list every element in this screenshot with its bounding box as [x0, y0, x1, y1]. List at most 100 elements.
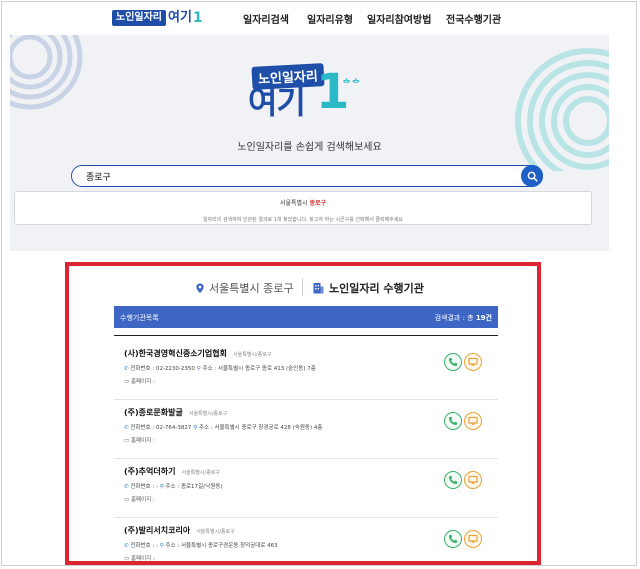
list-item[interactable]: (주)발리서치코리아 서울특별시/종로구 ✆ 전화번호 : - ⚲ 주소 : 서울…: [114, 518, 498, 562]
location-pin-icon: [196, 283, 204, 293]
homepage-button[interactable]: [464, 412, 482, 430]
org-address: 주소 : 서울특별시 종로구 창경궁로 428 (숙원동) 4층: [198, 425, 323, 431]
site-logo[interactable]: 노인일자리 여기 1: [112, 9, 203, 27]
org-region: 서울특별시/종로구: [181, 470, 220, 476]
result-count-label: 검색결과 : 총: [434, 314, 476, 322]
phone-icon: ✆: [124, 484, 129, 490]
list-item[interactable]: (사)한국경영혁신중소기업협회 서울특별시/종로구 ✆ 전화번호 : 02-223…: [114, 341, 498, 400]
org-phone: 전화번호 : -: [130, 543, 158, 549]
org-region: 서울특별시/종로구: [188, 411, 228, 417]
home-icon: ▭: [124, 497, 130, 503]
org-name-text[interactable]: (주)추억더하기: [124, 467, 175, 476]
homepage-button-icon: [468, 357, 478, 366]
result-count: 검색결과 : 총 19건: [435, 313, 492, 323]
org-name[interactable]: (주)추억더하기 서울특별시/종로구: [124, 466, 220, 477]
result-note: 일자리의 검색하여 인관된 결과로 1개 찾았습니다. 찾고자 하는 시군구를 …: [202, 217, 404, 223]
org-address: 주소 : 종로17길(낙원동): [165, 484, 223, 490]
org-address: 주소 : 서울특별시 종로구 종로 413 (숭인동) 7층: [202, 366, 316, 372]
pin-icon: ⚲: [159, 484, 164, 490]
search-button[interactable]: [521, 165, 543, 187]
org-contact: ✆ 전화번호 : 02-764-3827 ⚲ 주소 : 서울특별시 종로구 창경…: [124, 423, 322, 431]
logo-word: 여기: [168, 10, 192, 25]
homepage-button[interactable]: [464, 471, 482, 489]
pin-icon: ⚲: [196, 366, 201, 372]
menu-agencies[interactable]: 전국수행기관: [446, 11, 501, 26]
search-input[interactable]: 종로구: [71, 165, 543, 187]
org-homepage: ▭ 홈페이지 :: [124, 377, 155, 385]
call-button[interactable]: [444, 412, 462, 430]
org-name[interactable]: (주)종로문화발굴 서울특별시/종로구: [124, 407, 227, 418]
call-button-icon: [449, 476, 457, 484]
menu-participation[interactable]: 일자리참여방법: [367, 11, 431, 26]
section-header: 서울특별시 종로구 노인일자리 수행기관: [69, 276, 537, 300]
org-address: 주소 : 서울특별시 종로구경운동 창덕궁대로 463: [165, 543, 278, 549]
org-name-text[interactable]: (사)한국경영혁신중소기업협회: [124, 349, 227, 358]
org-region: 서울특별시/종로구: [196, 529, 235, 535]
pin-icon: ⚲: [159, 543, 164, 549]
org-phone: 전화번호 : -: [130, 484, 158, 490]
org-phone: 전화번호 : 02-764-3827: [130, 425, 192, 431]
result-district[interactable]: 종로구: [309, 200, 326, 207]
home-icon: ▭: [124, 379, 130, 385]
org-name-text[interactable]: (주)발리서치코리아: [124, 526, 190, 535]
home-icon: ▭: [124, 556, 130, 562]
phone-icon: ✆: [124, 425, 129, 431]
list-header-bar: 수행기관목록 검색결과 : 총 19건: [114, 306, 498, 328]
hero-section: 노인일자리 여기 1 ᅌᅌ 노인일자리를 손쉽게 검색해보세요 종로구 서울특별…: [10, 35, 609, 251]
homepage-button[interactable]: [464, 353, 482, 371]
list-divider: [114, 335, 498, 336]
home-icon: ▭: [124, 438, 130, 444]
search-result-box: 서울특별시 종로구 일자리의 검색하여 인관된 결과로 1개 찾았습니다. 찾고…: [14, 191, 592, 225]
org-name[interactable]: (사)한국경영혁신중소기업협회 서울특별시/종로구: [124, 348, 272, 359]
org-contact: ✆ 전화번호 : - ⚲ 주소 : 서울특별시 종로구경운동 창덕궁대로 463: [124, 541, 278, 549]
hero-logo-mark-small: ᅌᅌ: [342, 79, 361, 90]
phone-icon: ✆: [124, 543, 129, 549]
result-count-value: 19건: [475, 314, 492, 322]
hero-logo-word: 여기: [248, 83, 306, 121]
decorative-stripes-left: [10, 35, 83, 110]
section-location-text: 서울특별시 종로구: [209, 282, 294, 295]
call-button-icon: [449, 417, 457, 425]
menu-job-types[interactable]: 일자리유형: [307, 11, 353, 26]
org-homepage-label: 홈페이지 :: [130, 379, 155, 385]
hero-tagline: 노인일자리를 손쉽게 검색해보세요: [237, 142, 382, 153]
search-input-value[interactable]: 종로구: [86, 170, 111, 183]
agency-section-highlight: 서울특별시 종로구 노인일자리 수행기관 수행기관목록 검색결과 : 총 19건…: [65, 262, 541, 565]
menu-job-search[interactable]: 일자리검색: [243, 11, 289, 26]
top-navigation: 노인일자리 여기 1 일자리검색 일자리유형 일자리참여방법 전국수행기관: [0, 0, 640, 34]
org-homepage-label: 홈페이지 :: [130, 556, 155, 562]
logo-mark: 1: [192, 10, 203, 26]
section-title: 노인일자리 수행기관: [313, 280, 424, 296]
org-name[interactable]: (주)발리서치코리아 서울특별시/종로구: [124, 525, 235, 536]
call-button[interactable]: [444, 530, 462, 548]
org-contact: ✆ 전화번호 : 02-2230-2350 ⚲ 주소 : 서울특별시 종로구 종…: [124, 364, 316, 372]
logo-badge: 노인일자리: [112, 10, 166, 26]
homepage-button-icon: [468, 534, 478, 543]
list-label: 수행기관목록: [120, 314, 159, 322]
org-homepage-label: 홈페이지 :: [130, 497, 155, 503]
homepage-button-icon: [468, 416, 478, 425]
org-region: 서울특별시/종로구: [233, 352, 272, 358]
list-item[interactable]: (주)종로문화발굴 서울특별시/종로구 ✆ 전화번호 : 02-764-3827 …: [114, 400, 498, 459]
call-button[interactable]: [444, 471, 462, 489]
org-homepage: ▭ 홈페이지 :: [124, 436, 155, 444]
call-button[interactable]: [444, 353, 462, 371]
building-icon: [313, 283, 324, 294]
homepage-button-icon: [468, 475, 478, 484]
org-homepage: ▭ 홈페이지 :: [124, 554, 155, 562]
section-location: 서울특별시 종로구: [195, 280, 293, 296]
header-divider: [302, 278, 303, 296]
list-item[interactable]: (주)추억더하기 서울특별시/종로구 ✆ 전화번호 : - ⚲ 주소 : 종로17…: [114, 459, 498, 518]
section-title-text: 노인일자리 수행기관: [329, 282, 424, 295]
result-region: 서울특별시: [279, 200, 308, 207]
org-name-text[interactable]: (주)종로문화발굴: [124, 408, 183, 417]
org-phone: 전화번호 : 02-2230-2350: [130, 366, 195, 372]
result-location[interactable]: 서울특별시 종로구: [15, 198, 591, 207]
phone-icon: ✆: [124, 366, 129, 372]
org-contact: ✆ 전화번호 : - ⚲ 주소 : 종로17길(낙원동): [124, 482, 223, 490]
call-button-icon: [449, 535, 457, 543]
org-homepage-label: 홈페이지 :: [130, 438, 155, 444]
search-icon: [527, 171, 538, 182]
homepage-button[interactable]: [464, 530, 482, 548]
org-homepage: ▭ 홈페이지 :: [124, 495, 155, 503]
